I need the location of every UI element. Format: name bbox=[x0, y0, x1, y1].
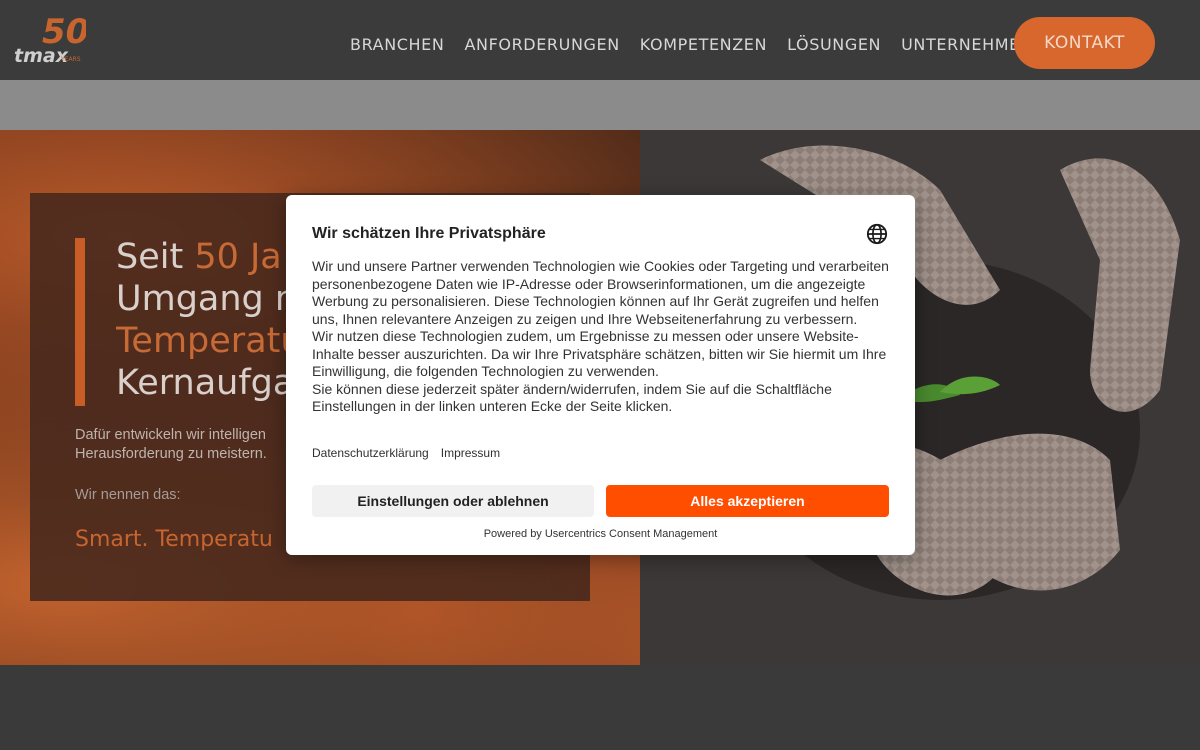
consent-paragraph: Sie können diese jederzeit später ändern… bbox=[312, 380, 832, 415]
hero-subline: Wir nennen das: bbox=[75, 487, 181, 503]
consent-dialog: Wir schätzen Ihre Privatsphäre Wir und u… bbox=[286, 195, 915, 555]
page: 50 tmax YEARS BRANCHEN ANFORDERUNGEN KOM… bbox=[0, 0, 1200, 750]
consent-paragraph: Wir und unsere Partner verwenden Technol… bbox=[312, 258, 889, 327]
nav-item-anforderungen[interactable]: ANFORDERUNGEN bbox=[464, 35, 619, 54]
contact-button[interactable]: KONTAKT bbox=[1014, 17, 1155, 69]
nav-item-branchen[interactable]: BRANCHEN bbox=[350, 35, 444, 54]
consent-paragraph: Wir nutzen diese Technologien zudem, um … bbox=[312, 328, 887, 379]
nav-item-unternehmen[interactable]: UNTERNEHMEN bbox=[901, 35, 1032, 54]
powered-by-text: Powered by Usercentrics Consent Manageme… bbox=[483, 528, 718, 540]
header-strip bbox=[0, 80, 1200, 130]
nav-item-kompetenzen[interactable]: KOMPETENZEN bbox=[640, 35, 767, 54]
tmax-50-years-logo[interactable]: 50 tmax YEARS bbox=[14, 10, 89, 68]
globe-icon[interactable] bbox=[866, 223, 888, 245]
privacy-policy-link[interactable]: Datenschutzerklärung bbox=[312, 446, 429, 460]
nav-item-loesungen[interactable]: LÖSUNGEN bbox=[787, 35, 881, 54]
site-header: 50 tmax YEARS BRANCHEN ANFORDERUNGEN KOM… bbox=[0, 0, 1200, 80]
consent-description: Wir und unsere Partner verwenden Technol… bbox=[312, 258, 892, 416]
footer-area bbox=[0, 665, 1200, 750]
svg-text:YEARS: YEARS bbox=[60, 56, 81, 63]
consent-links: Datenschutzerklärung Impressum bbox=[312, 446, 500, 460]
accept-all-button[interactable]: Alles akzeptieren bbox=[606, 485, 889, 517]
consent-title: Wir schätzen Ihre Privatsphäre bbox=[312, 225, 546, 242]
headline-accent-bar bbox=[75, 238, 85, 406]
settings-or-deny-button[interactable]: Einstellungen oder ablehnen bbox=[312, 485, 594, 517]
main-navigation: BRANCHEN ANFORDERUNGEN KOMPETENZEN LÖSUN… bbox=[340, 0, 1042, 88]
imprint-link[interactable]: Impressum bbox=[441, 446, 500, 460]
